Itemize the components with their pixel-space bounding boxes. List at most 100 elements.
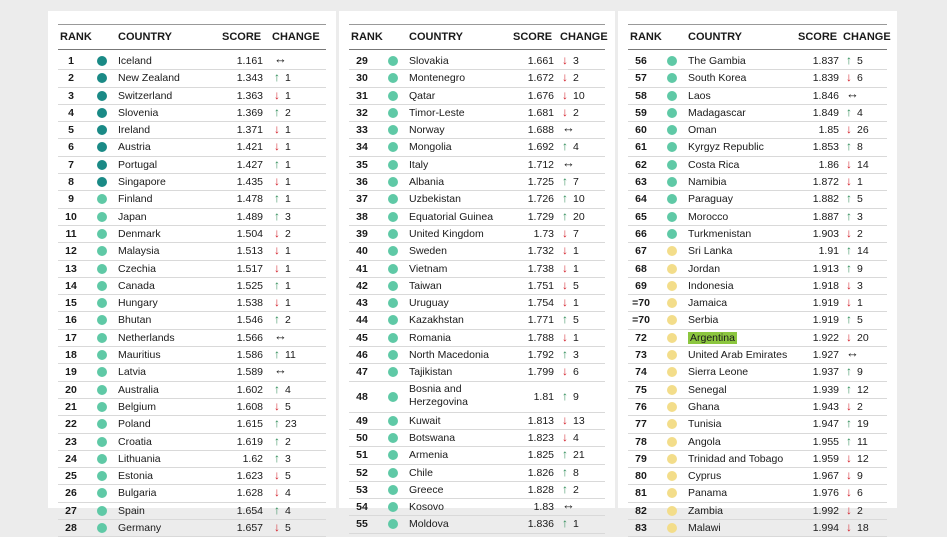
arrow-up-icon: ↑ bbox=[274, 104, 280, 119]
change-value: 1 bbox=[573, 518, 579, 531]
change-value: 4 bbox=[285, 504, 291, 517]
tier-dot bbox=[667, 107, 677, 118]
change-value: 14 bbox=[857, 245, 869, 258]
country-name: Greece bbox=[409, 483, 444, 496]
table-row: 47 Tajikistan 1.799 ↓ 6 bbox=[349, 364, 605, 382]
score-cell: 1.657 bbox=[236, 522, 263, 535]
change-value: 1 bbox=[285, 72, 291, 85]
arrow-down-icon: ↓ bbox=[562, 364, 568, 379]
tier-dot bbox=[667, 505, 677, 516]
table-row: 61 Kyrgyz Republic 1.853 ↑ 8 bbox=[628, 139, 887, 157]
arrow-down-icon: ↓ bbox=[846, 398, 852, 413]
arrow-down-icon: ↓ bbox=[274, 398, 280, 413]
rank-cell: 38 bbox=[356, 210, 368, 223]
score-cell: 1.955 bbox=[812, 435, 839, 448]
score-cell: 1.586 bbox=[236, 349, 263, 362]
arrow-up-icon: ↑ bbox=[274, 312, 280, 327]
score-cell: 1.589 bbox=[236, 366, 263, 379]
arrow-down-icon: ↓ bbox=[274, 295, 280, 310]
score-cell: 1.513 bbox=[236, 245, 263, 258]
tier-dot bbox=[97, 401, 107, 412]
rank-cell: 47 bbox=[356, 366, 368, 379]
arrow-down-icon: ↓ bbox=[274, 174, 280, 189]
arrow-up-icon: ↑ bbox=[846, 243, 852, 258]
arrow-down-icon: ↓ bbox=[274, 122, 280, 137]
tier-dot bbox=[667, 211, 677, 222]
score-cell: 1.654 bbox=[236, 504, 263, 517]
rank-cell: 58 bbox=[635, 89, 647, 102]
tier-dot bbox=[388, 502, 398, 513]
rank-cell: 12 bbox=[65, 245, 77, 258]
score-cell: 1.751 bbox=[527, 279, 554, 292]
tier-dot bbox=[388, 450, 398, 461]
table-row: 8 Singapore 1.435 ↓ 1 bbox=[58, 174, 326, 192]
tier-dot bbox=[388, 367, 398, 378]
table-body: 1 Iceland 1.161 ↔ 2 New Zealand 1.343 ↑ 1 3 Switze… bbox=[58, 52, 326, 537]
score-cell: 1.91 bbox=[818, 245, 839, 258]
arrow-up-icon: ↑ bbox=[846, 416, 852, 431]
score-cell: 1.681 bbox=[527, 106, 554, 119]
header-country: COUNTRY bbox=[688, 31, 742, 43]
table-body: 29 Slovakia 1.661 ↓ 3 30 Montenegro 1.672 ↓ 2 31 Qa… bbox=[349, 53, 605, 534]
change-value: 13 bbox=[573, 414, 585, 427]
change-value: 5 bbox=[573, 279, 579, 292]
table-row: 12 Malaysia 1.513 ↓ 1 bbox=[58, 243, 326, 261]
change-value: 1 bbox=[285, 124, 291, 137]
country-name: Latvia bbox=[118, 366, 147, 379]
score-cell: 1.837 bbox=[812, 55, 839, 67]
country-name: Bulgaria bbox=[118, 487, 157, 500]
rank-cell: 67 bbox=[635, 245, 647, 258]
rank-cell: 25 bbox=[65, 470, 77, 483]
score-cell: 1.823 bbox=[527, 431, 554, 444]
country-name: Uzbekistan bbox=[409, 193, 461, 206]
table-row: 78 Angola 1.955 ↑ 11 bbox=[628, 434, 887, 451]
arrow-up-icon: ↑ bbox=[846, 364, 852, 379]
score-cell: 1.421 bbox=[236, 141, 263, 154]
arrow-down-icon: ↓ bbox=[846, 70, 852, 85]
rank-cell: 24 bbox=[65, 452, 77, 465]
score-cell: 1.828 bbox=[527, 483, 554, 496]
country-name: Laos bbox=[688, 89, 711, 102]
rank-cell: 54 bbox=[356, 501, 368, 514]
arrow-down-icon: ↓ bbox=[846, 122, 852, 137]
score-cell: 1.943 bbox=[812, 400, 839, 413]
arrow-up-icon: ↑ bbox=[562, 516, 568, 531]
tier-dot bbox=[97, 471, 107, 482]
change-value: 5 bbox=[285, 522, 291, 535]
arrow-down-icon: ↓ bbox=[274, 139, 280, 154]
table-row: 21 Belgium 1.608 ↓ 5 bbox=[58, 398, 326, 417]
country-name: Sri Lanka bbox=[688, 245, 733, 258]
change-value: 1 bbox=[285, 279, 291, 292]
change-value: 5 bbox=[857, 193, 863, 206]
table-row: 24 Lithuania 1.62 ↑ 3 bbox=[58, 451, 326, 469]
change-value: 10 bbox=[573, 89, 585, 102]
arrow-up-icon: ↑ bbox=[562, 208, 568, 223]
ranking-table-2: RANK COUNTRY SCORE CHANGE 29 Slovakia 1.66… bbox=[339, 11, 615, 534]
arrow-down-icon: ↓ bbox=[274, 485, 280, 500]
change-value: 5 bbox=[857, 55, 863, 67]
rank-cell: 61 bbox=[635, 141, 647, 154]
country-name: Sierra Leone bbox=[688, 366, 749, 379]
arrow-down-icon: ↓ bbox=[274, 260, 280, 275]
rank-cell: 49 bbox=[356, 414, 368, 427]
ranking-table-1: RANK COUNTRY SCORE CHANGE 1 Iceland 1.161 ↔… bbox=[48, 11, 336, 537]
table-row: =70 Serbia 1.919 ↑ 5 bbox=[628, 312, 887, 330]
country-name: Uruguay bbox=[409, 297, 449, 310]
rank-cell: 21 bbox=[65, 400, 77, 413]
tier-dot bbox=[667, 177, 677, 188]
arrow-down-icon: ↓ bbox=[562, 277, 568, 292]
table-row: 3 Switzerland 1.363 ↓ 1 bbox=[58, 88, 326, 105]
ranking-table-3: RANK COUNTRY SCORE CHANGE 56 The Gambia 1.… bbox=[618, 11, 897, 537]
table-row: 13 Czechia 1.517 ↓ 1 bbox=[58, 261, 326, 278]
rank-cell: 63 bbox=[635, 176, 647, 189]
country-name: Singapore bbox=[118, 176, 166, 189]
score-cell: 1.602 bbox=[236, 383, 263, 396]
tier-dot bbox=[388, 484, 398, 495]
rank-cell: 64 bbox=[635, 193, 647, 206]
country-name: Tunisia bbox=[688, 418, 722, 431]
tier-dot bbox=[667, 298, 677, 309]
score-cell: 1.939 bbox=[812, 383, 839, 396]
country-name: Equatorial Guinea bbox=[409, 210, 494, 223]
table-row: 29 Slovakia 1.661 ↓ 3 bbox=[349, 53, 605, 71]
change-value: 3 bbox=[857, 279, 863, 292]
